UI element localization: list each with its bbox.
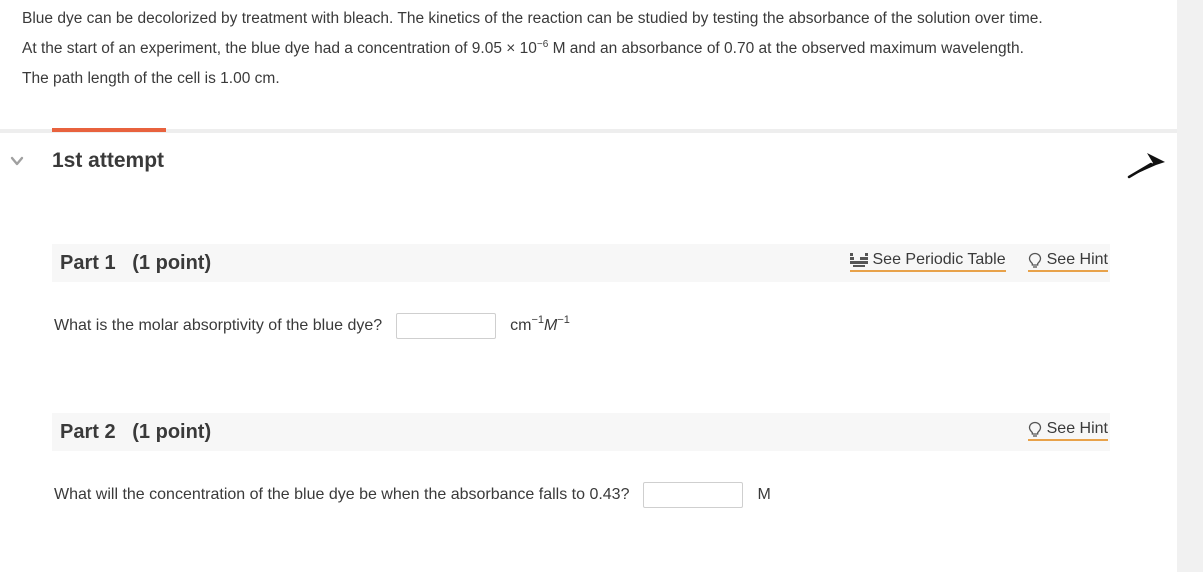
attempt-progress-accent: [52, 128, 166, 132]
lightbulb-icon: [1028, 421, 1041, 437]
part-2-question-row: What will the concentration of the blue …: [54, 482, 771, 508]
part-1-unit: cm−1M−1: [510, 314, 570, 335]
lightbulb-icon: [1028, 252, 1041, 268]
part-1-see-hint-label: See Hint: [1046, 251, 1108, 268]
unit-m: M: [544, 317, 558, 334]
part-2-header: Part 2 (1 point) See Hint: [52, 413, 1110, 451]
intro-line-1: Blue dye can be decolorized by treatment…: [22, 10, 1043, 27]
part-1-answer-input[interactable]: [396, 313, 497, 339]
part-2-answer-input[interactable]: [643, 482, 744, 508]
part-1-see-hint-link[interactable]: See Hint: [1027, 251, 1108, 272]
problem-statement: Blue dye can be decolorized by treatment…: [22, 4, 1152, 94]
intro-line-2-rest: M and an absorbance of 0.70 at the obser…: [548, 40, 1024, 57]
unit-cm: cm: [510, 317, 532, 334]
part-1-actions: See Periodic Table See Hint: [849, 251, 1108, 272]
cursor-arrow-icon: [1127, 153, 1165, 179]
scrollbar[interactable]: [1177, 0, 1203, 572]
part-2-unit: M: [757, 486, 771, 503]
periodic-table-icon: [849, 253, 868, 267]
part-2-see-hint-link[interactable]: See Hint: [1027, 420, 1108, 441]
section-divider: [0, 129, 1177, 133]
part-1-title: Part 1 (1 point): [60, 252, 212, 274]
intro-line-2-exponent: −6: [536, 39, 549, 50]
part-2-actions: See Hint: [1027, 420, 1108, 441]
part-2-title: Part 2 (1 point): [60, 421, 212, 443]
part-1-question-row: What is the molar absorptivity of the bl…: [54, 313, 570, 339]
intro-line-2: At the start of an experiment, the blue …: [22, 34, 1152, 64]
intro-line-3: The path length of the cell is 1.00 cm.: [22, 70, 280, 87]
see-periodic-table-link[interactable]: See Periodic Table: [849, 251, 1006, 272]
part-2-question: What will the concentration of the blue …: [54, 486, 630, 503]
part-1-header: Part 1 (1 point) See Periodic Table See …: [52, 244, 1110, 282]
attempt-title[interactable]: 1st attempt: [52, 149, 164, 173]
chevron-down-icon[interactable]: [10, 154, 24, 168]
part-2-see-hint-label: See Hint: [1046, 420, 1108, 437]
intro-line-2-text: At the start of an experiment, the blue …: [22, 40, 537, 57]
part-1-question: What is the molar absorptivity of the bl…: [54, 317, 383, 334]
unit-m-exponent: −1: [557, 314, 570, 326]
see-periodic-table-label: See Periodic Table: [872, 251, 1006, 268]
unit-cm-exponent: −1: [531, 314, 545, 326]
page: Blue dye can be decolorized by treatment…: [0, 0, 1203, 572]
